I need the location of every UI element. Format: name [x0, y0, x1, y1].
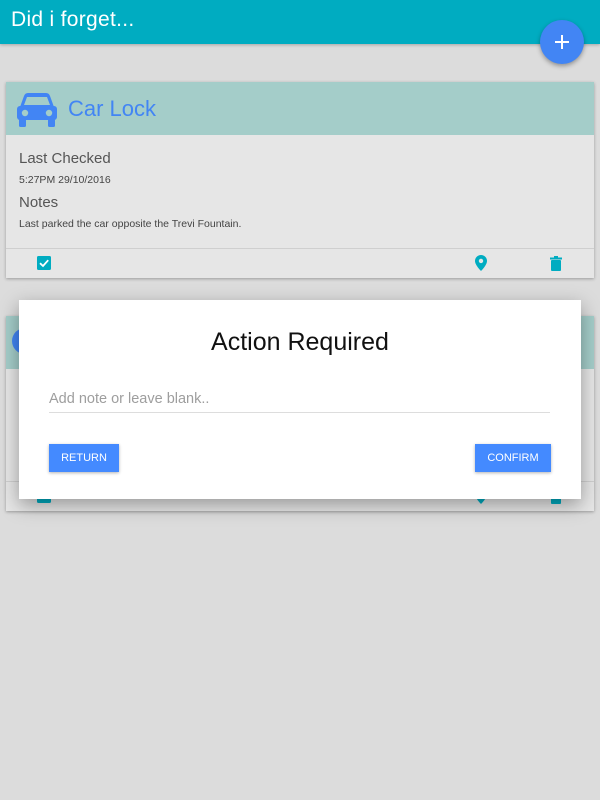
location-pin-icon[interactable] — [475, 255, 487, 271]
notes-label: Notes — [19, 194, 59, 211]
trash-icon[interactable] — [550, 256, 562, 271]
app-title: Did i forget... — [11, 8, 135, 31]
last-checked-value: 5:27PM 29/10/2016 — [19, 174, 111, 186]
add-button[interactable] — [540, 20, 584, 64]
card-header: Car Lock — [6, 82, 594, 135]
card-title: Car Lock — [68, 96, 157, 121]
app-bar: Did i forget... — [0, 0, 600, 44]
checkbox-icon[interactable] — [37, 256, 51, 270]
notes-value: Last parked the car opposite the Trevi F… — [19, 218, 242, 230]
reminder-card: Car Lock Last Checked 5:27PM 29/10/2016 … — [6, 82, 594, 278]
confirm-button[interactable]: CONFIRM — [475, 444, 551, 472]
note-input[interactable] — [49, 385, 550, 413]
return-button[interactable]: RETURN — [49, 444, 119, 472]
card-actions — [6, 248, 594, 278]
plus-icon — [555, 35, 569, 49]
last-checked-label: Last Checked — [19, 150, 111, 167]
card-body: Last Checked 5:27PM 29/10/2016 Notes Las… — [6, 135, 594, 247]
car-icon — [17, 93, 57, 127]
action-required-dialog: Action Required RETURN CONFIRM — [19, 300, 581, 499]
dialog-title: Action Required — [211, 328, 389, 356]
